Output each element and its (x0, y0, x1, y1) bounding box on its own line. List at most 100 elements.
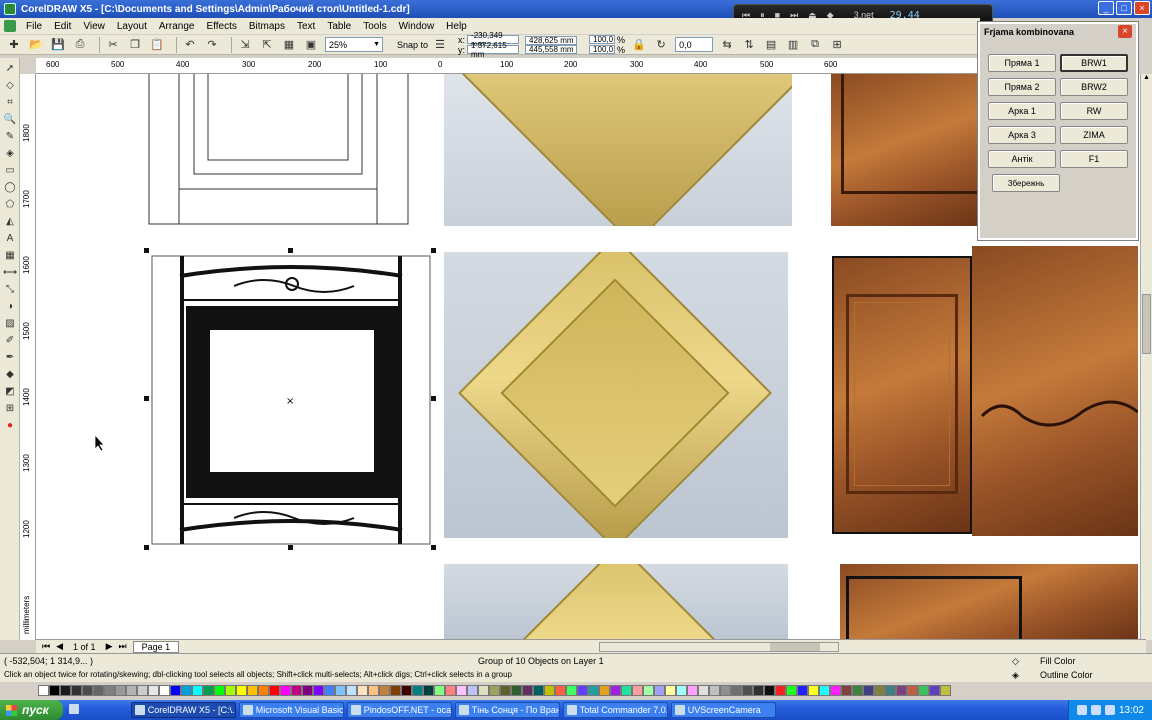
task-coreldraw[interactable]: CorelDRAW X5 - [C:\... (130, 702, 236, 718)
color-swatch[interactable] (808, 684, 819, 696)
color-swatch[interactable] (720, 684, 731, 696)
mahogany-door-image[interactable] (832, 256, 972, 534)
color-swatch[interactable] (874, 684, 885, 696)
freehand-tool-icon[interactable]: ✎ (2, 129, 18, 143)
door-drawing-top[interactable] (148, 74, 410, 226)
width-field[interactable]: 428,625 mm (525, 35, 578, 45)
angle-field[interactable]: 0,0 (675, 37, 714, 52)
color-swatch[interactable] (82, 684, 93, 696)
color-swatch[interactable] (357, 684, 368, 696)
color-swatch[interactable] (643, 684, 654, 696)
color-swatch[interactable] (907, 684, 918, 696)
color-swatch[interactable] (93, 684, 104, 696)
task-music[interactable]: Тінь Сонця - По Вран... (454, 702, 560, 718)
undo-icon[interactable]: ↶ (182, 37, 198, 53)
document-icon[interactable] (4, 20, 16, 32)
arka-1-button[interactable]: Арка 1 (988, 102, 1056, 120)
color-swatch[interactable] (203, 684, 214, 696)
zima-button[interactable]: ZIMA (1060, 126, 1128, 144)
color-swatch[interactable] (60, 684, 71, 696)
color-swatch[interactable] (236, 684, 247, 696)
color-swatch[interactable] (599, 684, 610, 696)
color-swatch[interactable] (346, 684, 357, 696)
copy-icon[interactable]: ❐ (127, 37, 143, 53)
mesh-fill-icon[interactable]: ⊞ (2, 401, 18, 415)
color-swatch[interactable] (368, 684, 379, 696)
task-total-commander[interactable]: Total Commander 7.0... (562, 702, 668, 718)
pick-tool-icon[interactable]: ➚ (2, 61, 18, 75)
start-button[interactable]: пуск (0, 700, 63, 720)
tray-icon[interactable] (1090, 705, 1101, 715)
color-swatch[interactable] (192, 684, 203, 696)
color-swatch[interactable] (49, 684, 60, 696)
color-swatch[interactable] (709, 684, 720, 696)
color-swatch[interactable] (676, 684, 687, 696)
color-swatch[interactable] (401, 684, 412, 696)
color-swatch[interactable] (764, 684, 775, 696)
zoom-level-combo[interactable]: 25% ▼ (325, 37, 383, 52)
snap-to-menu[interactable]: Snap to (397, 40, 428, 50)
color-swatch[interactable] (544, 684, 555, 696)
color-swatch[interactable] (918, 684, 929, 696)
antik-button[interactable]: Антік (988, 150, 1056, 168)
mahogany-panel-image-2[interactable] (840, 564, 1138, 640)
oak-panel-image-2[interactable] (444, 252, 788, 538)
color-swatch[interactable] (687, 684, 698, 696)
outline-tool-icon[interactable]: ✒ (2, 350, 18, 364)
color-swatch[interactable] (786, 684, 797, 696)
color-swatch[interactable] (863, 684, 874, 696)
dimension-tool-icon[interactable]: ⟷ (2, 265, 18, 279)
color-swatch[interactable] (852, 684, 863, 696)
color-swatch[interactable] (291, 684, 302, 696)
new-icon[interactable]: ✚ (6, 37, 22, 53)
oak-panel-image-1[interactable] (444, 74, 792, 226)
mirror-h-icon[interactable]: ⇆ (719, 37, 735, 53)
color-swatch[interactable] (929, 684, 940, 696)
color-swatch[interactable] (819, 684, 830, 696)
app-launcher-icon[interactable]: ▦ (281, 37, 297, 53)
color-swatch[interactable] (577, 684, 588, 696)
menu-tools[interactable]: Tools (363, 21, 386, 32)
color-swatch[interactable] (71, 684, 82, 696)
color-swatch[interactable] (654, 684, 665, 696)
color-swatch[interactable] (665, 684, 676, 696)
color-swatch[interactable] (533, 684, 544, 696)
menu-view[interactable]: View (83, 21, 105, 32)
lock-ratio-icon[interactable]: 🔒 (631, 37, 647, 53)
interactive-fill-icon[interactable]: ◩ (2, 384, 18, 398)
color-swatch[interactable] (742, 684, 753, 696)
color-swatch[interactable] (379, 684, 390, 696)
color-swatch[interactable] (412, 684, 423, 696)
color-swatch[interactable] (126, 684, 137, 696)
color-swatch[interactable] (885, 684, 896, 696)
menu-window[interactable]: Window (399, 21, 435, 32)
color-swatch[interactable] (159, 684, 170, 696)
color-swatch[interactable] (434, 684, 445, 696)
brw1-button[interactable]: BRW1 (1060, 54, 1128, 72)
color-swatch[interactable] (500, 684, 511, 696)
color-swatch[interactable] (258, 684, 269, 696)
color-swatch[interactable] (610, 684, 621, 696)
crop-tool-icon[interactable]: ⌗ (2, 95, 18, 109)
color-swatch[interactable] (214, 684, 225, 696)
color-swatch[interactable] (830, 684, 841, 696)
prev-page-icon[interactable]: ◀ (56, 641, 63, 652)
color-swatch-icon[interactable]: ● (2, 418, 18, 432)
smart-fill-icon[interactable]: ◈ (2, 146, 18, 160)
next-page-icon[interactable]: ▶ (106, 641, 113, 652)
fill-tool-icon[interactable]: ◆ (2, 367, 18, 381)
ellipse-tool-icon[interactable]: ◯ (2, 180, 18, 194)
color-swatch[interactable] (566, 684, 577, 696)
color-swatch[interactable] (753, 684, 764, 696)
blend-tool-icon[interactable]: ◑ (2, 299, 18, 313)
color-swatch[interactable] (621, 684, 632, 696)
scroll-up-icon[interactable]: ▲ (1141, 74, 1152, 81)
menu-layout[interactable]: Layout (117, 21, 147, 32)
menu-file[interactable]: File (26, 21, 42, 32)
color-swatch[interactable] (104, 684, 115, 696)
color-swatch[interactable] (313, 684, 324, 696)
color-swatch[interactable] (115, 684, 126, 696)
zoom-tool-icon[interactable]: 🔍 (2, 112, 18, 126)
tray-icon[interactable] (1104, 705, 1115, 715)
color-swatch[interactable] (511, 684, 522, 696)
